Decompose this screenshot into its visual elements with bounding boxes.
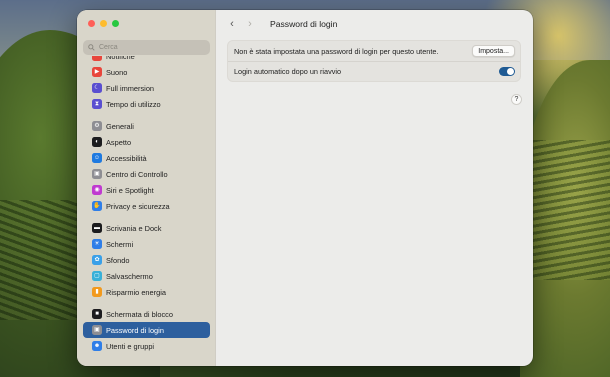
wallpaper-icon: ✿ [92, 255, 102, 265]
accessibility-icon: ☺ [92, 153, 102, 163]
sidebar-item-notifiche[interactable]: • Notifiche [83, 56, 210, 64]
settings-card: Non è stata impostata una password di lo… [227, 40, 521, 82]
help-button[interactable]: ? [511, 94, 522, 105]
search-icon [88, 44, 95, 51]
password-row: Non è stata impostata una password di lo… [228, 41, 520, 61]
hourglass-icon: ⧗ [92, 99, 102, 109]
gear-icon: ⚙ [92, 121, 102, 131]
dock-icon: ▬ [92, 223, 102, 233]
sidebar-item-label: Full immersion [106, 83, 155, 93]
display-icon: ☀ [92, 239, 102, 249]
back-button[interactable]: ‹ [228, 18, 236, 30]
sidebar-item-label: Utenti e gruppi [106, 341, 155, 351]
close-button[interactable] [88, 20, 95, 27]
sidebar-item-accessibilit[interactable]: ☺ Accessibilità [83, 150, 210, 166]
sidebar-item-label: Notifiche [106, 56, 135, 61]
minimize-button[interactable] [100, 20, 107, 27]
sidebar-item-risparmio-energia[interactable]: ▮ Risparmio energia [83, 284, 210, 300]
battery-icon: ▮ [92, 287, 102, 297]
sidebar-group: ▬ Scrivania e Dock ☀ Schermi ✿ Sfondo ▢ Salvasc… [77, 220, 216, 300]
sidebar-item-label: Aspetto [106, 137, 132, 147]
sidebar-group: ⚙ Generali ◐ Aspetto ☺ Accessibilità ▣ Centro d… [77, 118, 216, 214]
screensaver-icon: ▢ [92, 271, 102, 281]
sidebar-nav: • Notifiche ▶ Suono ☾ Full immersion ⧗ Tempo di… [77, 56, 216, 366]
auto-login-row: Login automatico dopo un riavvio [228, 61, 520, 81]
set-password-button[interactable]: Imposta... [472, 45, 515, 57]
sidebar-item-label: Password di login [106, 325, 164, 335]
sidebar-item-suono[interactable]: ▶ Suono [83, 64, 210, 80]
main-panel: ‹ › Password di login Non è stata impost… [216, 10, 533, 366]
sidebar: • Notifiche ▶ Suono ☾ Full immersion ⧗ Tempo di… [77, 10, 216, 366]
sidebar-item-scrivania-e-dock[interactable]: ▬ Scrivania e Dock [83, 220, 210, 236]
sidebar-item-label: Tempo di utilizzo [106, 99, 161, 109]
lock-icon: ▣ [92, 325, 102, 335]
sidebar-item-label: Siri e Spotlight [106, 185, 154, 195]
sidebar-item-label: Privacy e sicurezza [106, 201, 170, 211]
sidebar-item-salvaschermo[interactable]: ▢ Salvaschermo [83, 268, 210, 284]
speaker-icon: ▶ [92, 67, 102, 77]
siri-icon: ◉ [92, 185, 102, 195]
appearance-icon: ◐ [92, 137, 102, 147]
sidebar-item-tempo-di-utilizzo[interactable]: ⧗ Tempo di utilizzo [83, 96, 210, 112]
sidebar-item-label: Sfondo [106, 255, 130, 265]
page-title: Password di login [270, 19, 338, 29]
password-status-label: Non è stata impostata una password di lo… [234, 46, 439, 56]
sidebar-item-utenti-e-gruppi[interactable]: ☻ Utenti e gruppi [83, 338, 210, 354]
sidebar-item-schermata-di-blocco[interactable]: ■ Schermata di blocco [83, 306, 210, 322]
zoom-button[interactable] [112, 20, 119, 27]
sidebar-item-siri-e-spotlight[interactable]: ◉ Siri e Spotlight [83, 182, 210, 198]
system-settings-window: • Notifiche ▶ Suono ☾ Full immersion ⧗ Tempo di… [77, 10, 533, 366]
sidebar-item-label: Suono [106, 67, 128, 77]
sidebar-item-label: Schermata di blocco [106, 309, 173, 319]
hand-icon: ✋ [92, 201, 102, 211]
sidebar-item-label: Accessibilità [106, 153, 147, 163]
sidebar-item-sfondo[interactable]: ✿ Sfondo [83, 252, 210, 268]
auto-login-toggle[interactable] [499, 67, 515, 76]
search-field[interactable] [83, 40, 210, 55]
sidebar-item-privacy-e-sicurezza[interactable]: ✋ Privacy e sicurezza [83, 198, 210, 214]
sidebar-group: • Notifiche ▶ Suono ☾ Full immersion ⧗ Tempo di… [77, 56, 216, 112]
sidebar-item-full-immersion[interactable]: ☾ Full immersion [83, 80, 210, 96]
bell-icon: • [92, 56, 102, 61]
sidebar-item-generali[interactable]: ⚙ Generali [83, 118, 210, 134]
sidebar-item-schermi[interactable]: ☀ Schermi [83, 236, 210, 252]
toolbar: ‹ › Password di login [216, 10, 533, 38]
control-center-icon: ▣ [92, 169, 102, 179]
lock-screen-icon: ■ [92, 309, 102, 319]
sidebar-item-label: Scrivania e Dock [106, 223, 162, 233]
sidebar-item-password-di-login[interactable]: ▣ Password di login [83, 322, 210, 338]
sidebar-item-label: Salvaschermo [106, 271, 153, 281]
sidebar-group: ■ Schermata di blocco ▣ Password di login ☻ U… [77, 306, 216, 354]
sidebar-item-label: Schermi [106, 239, 134, 249]
sidebar-item-label: Centro di Controllo [106, 169, 168, 179]
sidebar-item-centro-di-controllo[interactable]: ▣ Centro di Controllo [83, 166, 210, 182]
users-icon: ☻ [92, 341, 102, 351]
sidebar-item-aspetto[interactable]: ◐ Aspetto [83, 134, 210, 150]
sidebar-item-label: Risparmio energia [106, 287, 166, 297]
window-controls [88, 20, 119, 27]
search-input[interactable] [99, 44, 199, 51]
auto-login-label: Login automatico dopo un riavvio [234, 67, 342, 76]
sidebar-item-label: Generali [106, 121, 134, 131]
moon-icon: ☾ [92, 83, 102, 93]
forward-button[interactable]: › [246, 18, 254, 30]
